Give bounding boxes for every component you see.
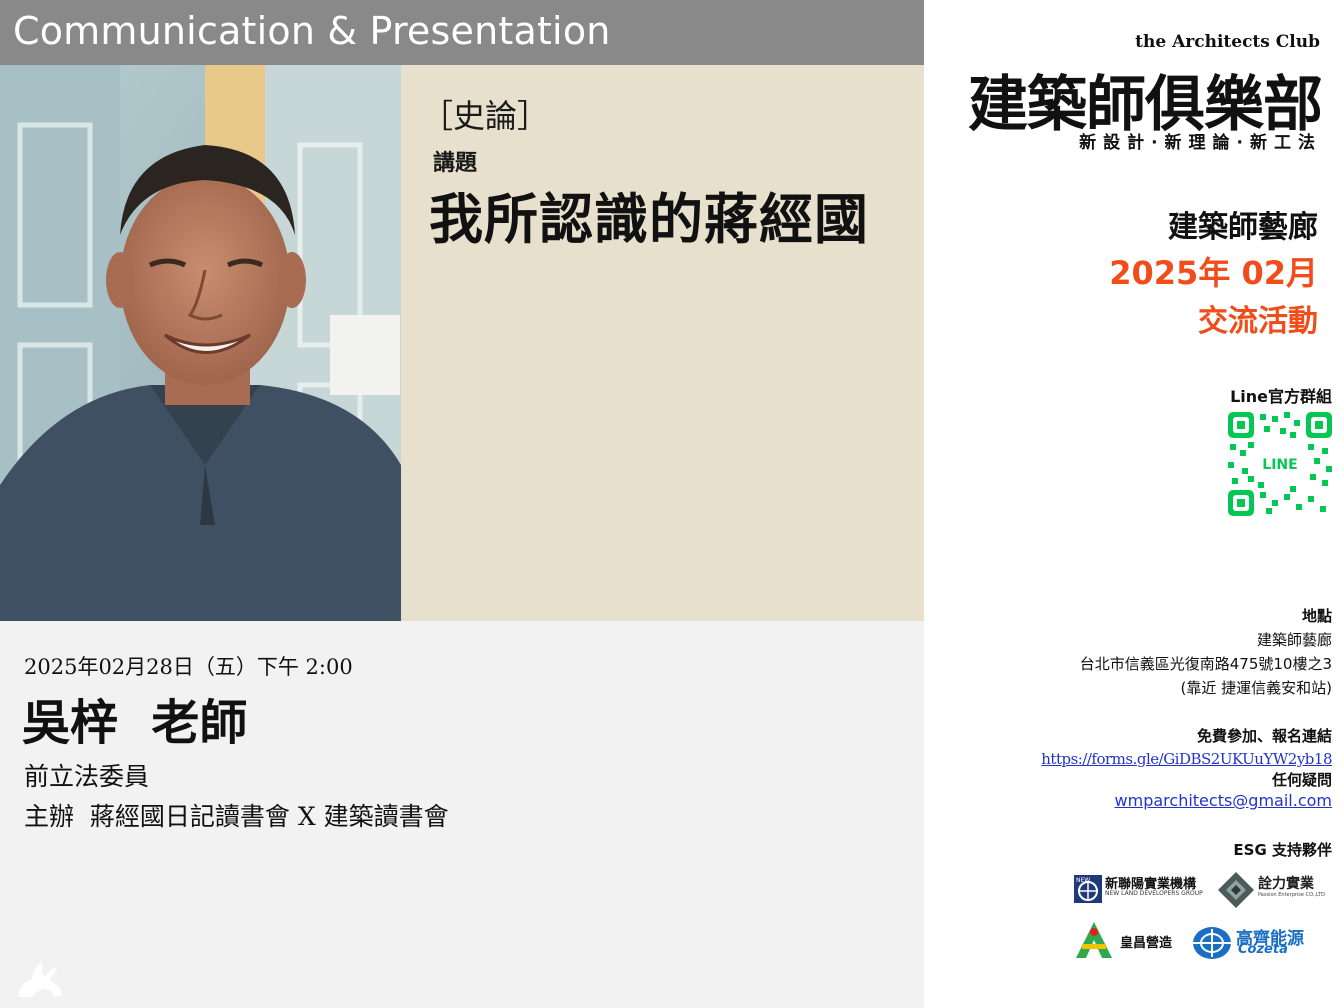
location-near: (靠近 捷運信義安和站) — [1180, 679, 1332, 697]
question-label: 任何疑問 — [1271, 771, 1332, 789]
gallery-name: 建築師藝廊 — [1168, 210, 1318, 245]
event-host: 主辦 蔣經國日記讀書會 X 建築讀書會 — [24, 802, 449, 831]
newland-globe-icon: NEW — [1074, 875, 1102, 903]
registration-label: 免費參加、報名連結 — [1196, 727, 1332, 745]
sponsor-logo-huangchang: 皇昌營造 — [1074, 920, 1194, 960]
event-datetime: 2025年02月28日（五）下午 2:00 — [24, 655, 353, 679]
passion-diamond-icon — [1218, 872, 1254, 908]
huangchang-a-icon — [1076, 922, 1112, 958]
location-venue: 建築師藝廊 — [1256, 631, 1332, 649]
sponsor-logo-passion: 詮力實業 Passion Enterprise CO.,LTD — [1218, 870, 1330, 910]
header-title: Communication & Presentation — [13, 9, 611, 53]
event-info-panel: 2025年02月28日（五）下午 2:00 吳梓 老師 前立法委員 主辦 蔣經國… — [0, 621, 924, 1008]
club-slogan: 新設計·新理論·新工法 — [1079, 133, 1322, 153]
line-qr-code[interactable]: LINE — [1228, 412, 1332, 516]
speaker-role: 前立法委員 — [24, 762, 150, 791]
sponsors-label: ESG 支持夥伴 — [1233, 841, 1332, 859]
registration-link[interactable]: https://forms.gle/GiDBS2UKUuYW2yb18 — [1041, 750, 1332, 768]
speaker-name: 吳梓 老師 — [22, 695, 248, 751]
event-month: 2025年 02月 — [1109, 254, 1318, 292]
topic-category: ［史論］ — [421, 97, 550, 135]
right-sidebar: the Architects Club 建築師俱樂部 新設計·新理論·新工法 建… — [924, 0, 1344, 1008]
topic-panel: ［史論］ 講題 我所認識的蔣經國 — [401, 65, 924, 621]
location-address: 台北市信義區光復南路475號10樓之3 — [1079, 655, 1332, 673]
sponsor-logo-cozeta: 高齊能源 Cozeta — [1192, 924, 1332, 964]
sponsor-logo-newland: NEW 新聯陽實業機構 NEW LAND DEVELOPERS GROUP — [1074, 873, 1204, 907]
cozeta-globe-icon — [1193, 927, 1231, 959]
contact-email-link[interactable]: wmparchitects@gmail.com — [1115, 791, 1332, 810]
club-name-en: the Architects Club — [1135, 32, 1320, 52]
topic-label: 講題 — [433, 150, 478, 176]
svg-text:NEW: NEW — [1076, 877, 1090, 884]
speaker-photo — [0, 65, 401, 621]
event-type: 交流活動 — [1198, 304, 1318, 339]
rabbit-icon — [18, 961, 62, 997]
location-label: 地點 — [1301, 607, 1332, 625]
svg-text:LINE: LINE — [1262, 457, 1297, 473]
topic-title: 我所認識的蔣經國 — [429, 187, 869, 251]
speaker-portrait-image — [0, 65, 401, 621]
header-bar: Communication & Presentation — [0, 0, 924, 65]
line-group-label: Line官方群組 — [1230, 387, 1332, 406]
